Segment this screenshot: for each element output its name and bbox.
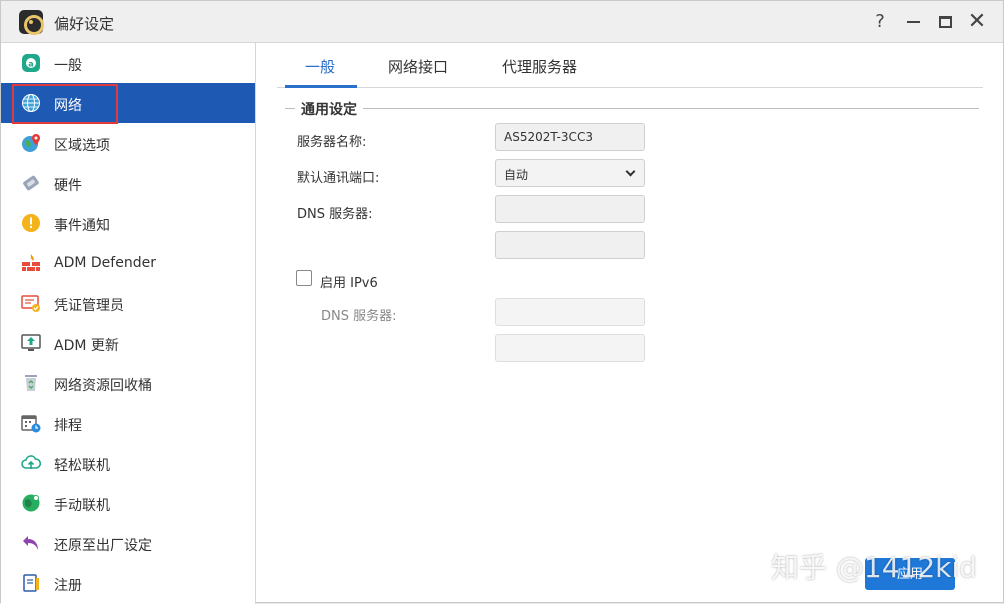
- preferences-app-icon: [19, 10, 44, 35]
- sidebar-item-certificate[interactable]: 凭证管理员: [1, 283, 255, 323]
- hardware-icon: [23, 175, 39, 191]
- register-icon: [23, 574, 39, 592]
- dns-server-label: DNS 服务器:: [297, 207, 373, 222]
- svg-text:a: a: [28, 60, 33, 69]
- sidebar-item-notification[interactable]: 事件通知: [1, 203, 255, 243]
- restore-icon: [23, 536, 38, 550]
- title-bar: 偏好设定 ? ✕: [1, 1, 1003, 43]
- default-port-select[interactable]: 自动: [495, 159, 645, 187]
- tab-proxy-server[interactable]: 代理服务器: [502, 56, 577, 77]
- annotation-highlight-box: [12, 84, 118, 124]
- enable-ipv6-label: 启用 IPv6: [320, 276, 378, 291]
- minimize-button[interactable]: [900, 9, 926, 35]
- ipv6-dns-server-1-input[interactable]: [495, 298, 645, 326]
- dns-server-2-input[interactable]: [495, 231, 645, 259]
- sidebar-item-label: 一般: [54, 58, 82, 74]
- general-icon: a: [22, 54, 40, 72]
- sidebar-item-label: 排程: [54, 418, 82, 434]
- sidebar-item-label: 区域选项: [54, 138, 110, 154]
- sidebar-item-label: 事件通知: [54, 218, 110, 234]
- manual-connect-icon: [22, 494, 40, 512]
- sidebar-item-manual-connect[interactable]: 手动联机: [1, 483, 255, 523]
- sidebar: a 一般 网络 区域选项 硬件 事件通知 ADM Defender 凭证管理员 …: [1, 43, 256, 604]
- server-name-label: 服务器名称:: [297, 135, 367, 150]
- sidebar-item-label: 网络资源回收桶: [54, 378, 152, 394]
- sidebar-item-label: 轻松联机: [54, 458, 110, 474]
- help-button[interactable]: ?: [867, 9, 893, 35]
- sidebar-item-label: 注册: [54, 578, 82, 594]
- notification-icon: [22, 214, 40, 232]
- tab-bar: 一般 网络接口 代理服务器: [277, 43, 983, 88]
- firewall-icon: [22, 254, 40, 271]
- schedule-icon: [21, 415, 41, 433]
- update-icon: [21, 334, 41, 351]
- default-port-label: 默认通讯端口:: [297, 171, 380, 186]
- maximize-icon: [938, 16, 952, 28]
- sidebar-item-schedule[interactable]: 排程: [1, 403, 255, 443]
- minimize-icon: [906, 21, 920, 23]
- dns-server-1-input[interactable]: [495, 195, 645, 223]
- sidebar-item-region[interactable]: 区域选项: [1, 123, 255, 163]
- section-divider: [285, 108, 979, 109]
- cloud-connect-icon: [21, 455, 41, 469]
- enable-ipv6-checkbox[interactable]: [296, 270, 312, 286]
- chevron-down-icon: [625, 166, 636, 177]
- sidebar-item-factory-reset[interactable]: 还原至出厂设定: [1, 523, 255, 563]
- tab-network-interface[interactable]: 网络接口: [388, 56, 448, 77]
- sidebar-item-label: ADM 更新: [54, 338, 119, 354]
- sidebar-item-label: ADM Defender: [54, 255, 156, 271]
- ipv6-dns-server-label: DNS 服务器:: [321, 309, 397, 324]
- ipv6-dns-server-2-input[interactable]: [495, 334, 645, 362]
- sidebar-item-label: 手动联机: [54, 498, 110, 514]
- sidebar-item-recycle-bin[interactable]: 网络资源回收桶: [1, 363, 255, 403]
- sidebar-item-label: 凭证管理员: [54, 298, 124, 314]
- sidebar-item-adm-defender[interactable]: ADM Defender: [1, 243, 255, 283]
- sidebar-item-register[interactable]: 注册: [1, 563, 255, 603]
- sidebar-item-hardware[interactable]: 硬件: [1, 163, 255, 203]
- sidebar-item-easy-connect[interactable]: 轻松联机: [1, 443, 255, 483]
- region-icon: [22, 134, 40, 152]
- section-title: 通用设定: [295, 99, 363, 119]
- main-content: 一般 网络接口 代理服务器 通用设定 服务器名称: 默认通讯端口: 自动 DNS…: [257, 43, 1003, 602]
- sidebar-item-general[interactable]: a 一般: [1, 43, 255, 83]
- active-tab-indicator: [285, 85, 357, 88]
- tab-general[interactable]: 一般: [305, 56, 335, 77]
- sidebar-item-adm-update[interactable]: ADM 更新: [1, 323, 255, 363]
- recycle-bin-icon: [25, 375, 37, 391]
- close-button[interactable]: ✕: [964, 9, 990, 35]
- server-name-input[interactable]: [495, 123, 645, 151]
- preferences-window: 偏好设定 ? ✕ a 一般 网络 区域选项 硬件 事件通知 ADM Defend…: [0, 0, 1004, 604]
- window-title: 偏好设定: [54, 15, 115, 33]
- sidebar-item-label: 硬件: [54, 178, 82, 194]
- watermark: 知乎 @1412kid: [771, 551, 977, 584]
- default-port-value: 自动: [504, 168, 529, 182]
- maximize-button[interactable]: [932, 9, 958, 35]
- certificate-icon: [21, 295, 40, 312]
- sidebar-item-label: 还原至出厂设定: [54, 538, 152, 554]
